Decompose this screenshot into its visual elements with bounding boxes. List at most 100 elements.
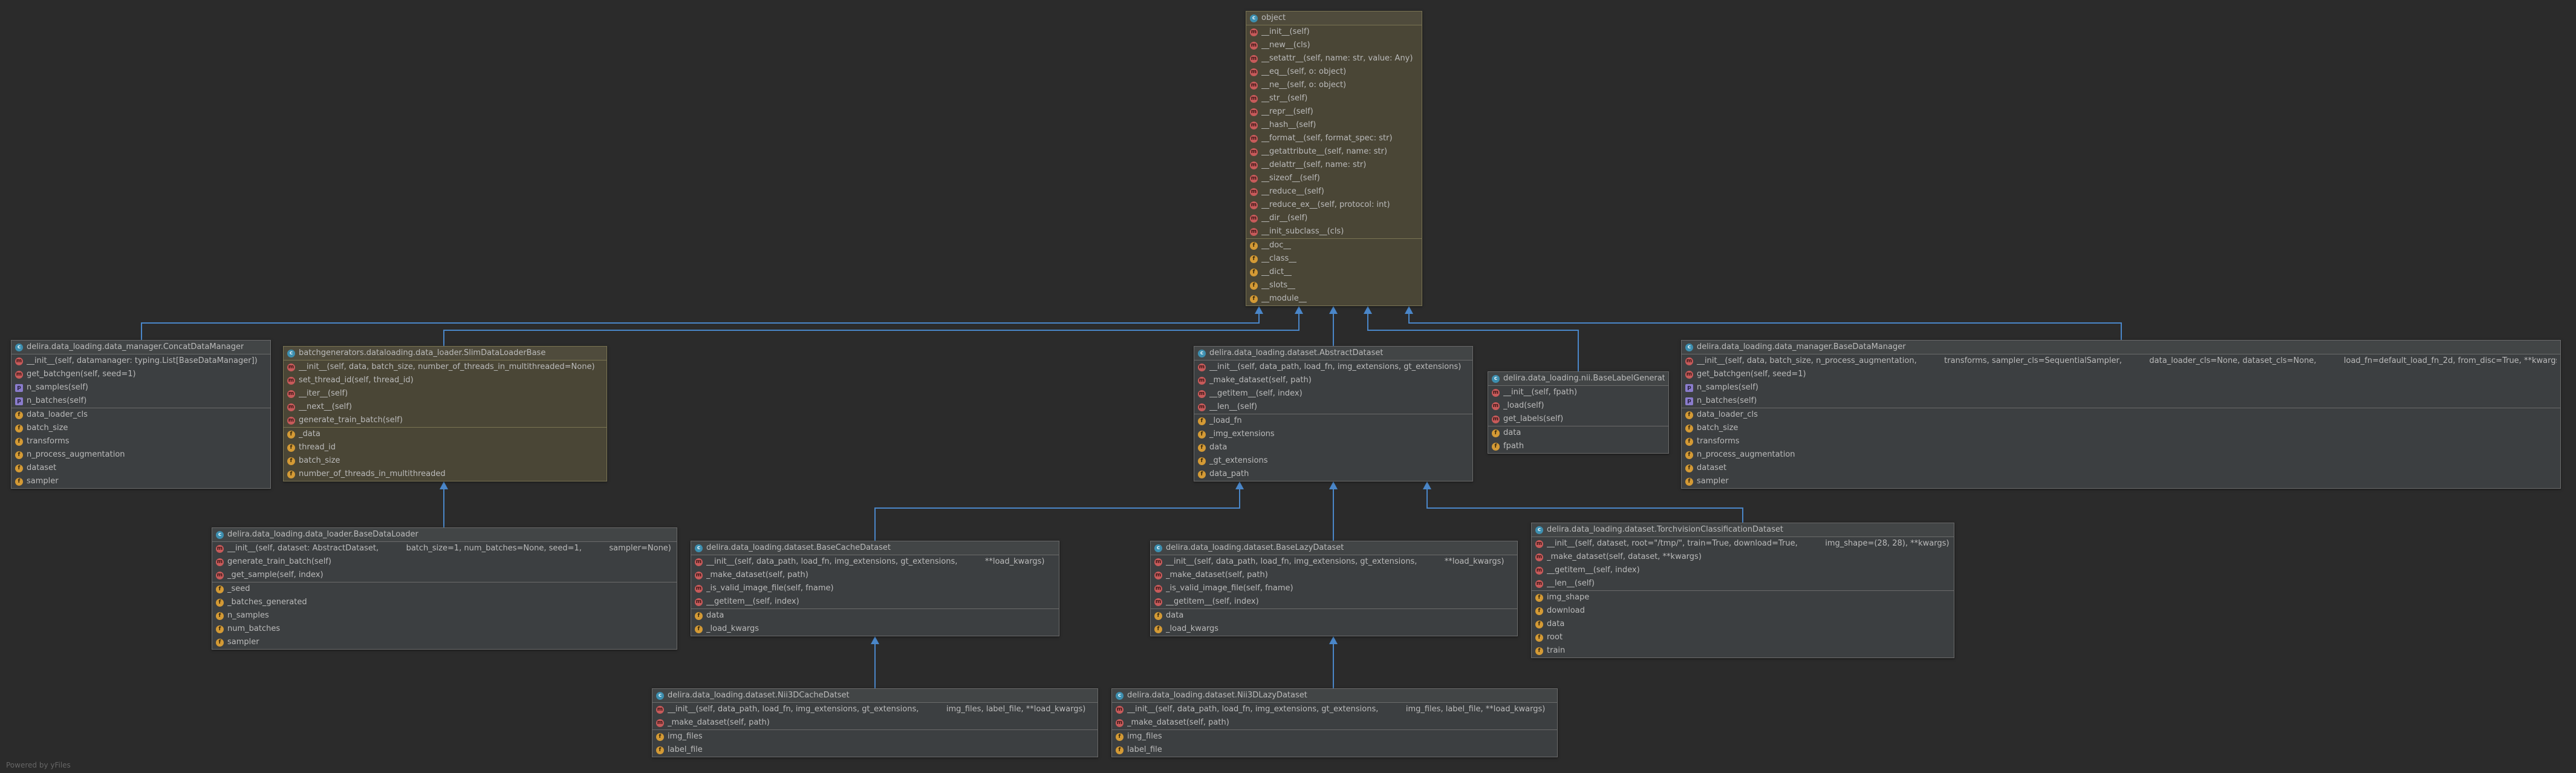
field-row[interactable]: f sampler [212,636,677,649]
field-row[interactable]: f num_batches [212,622,677,636]
method-row[interactable]: m _make_dataset(self, path) [1112,716,1557,729]
method-row[interactable]: m __iter__(self) [284,387,607,400]
method-row[interactable]: m __init__(self, dataset, root="/tmp/", t… [1532,537,1954,550]
method-row[interactable]: m __getitem__(self, index) [691,595,1059,608]
method-row[interactable]: m _make_dataset(self, path) [691,569,1059,582]
method-row[interactable]: p n_samples(self) [1682,381,2560,394]
method-row[interactable]: m __init__(self, data_path, load_fn, img_… [691,555,1059,569]
field-row[interactable]: f _img_extensions [1194,428,1472,441]
field-row[interactable]: f batch_size [1682,422,2560,435]
class-header[interactable]: c delira.data_loading.dataset.Nii3DCacheD… [652,689,1098,703]
field-row[interactable]: f _batches_generated [212,596,677,609]
method-row[interactable]: m generate_train_batch(self) [284,414,607,427]
class-header[interactable]: c delira.data_loading.dataset.BaseLazyDat… [1151,541,1517,555]
method-row[interactable]: m _load(self) [1488,399,1668,413]
method-row[interactable]: m __getitem__(self, index) [1151,595,1517,608]
method-row[interactable]: m __init__(self) [1246,25,1422,39]
field-row[interactable]: f transforms [11,435,270,448]
field-row[interactable]: f __doc__ [1246,239,1422,252]
field-row[interactable]: f sampler [1682,475,2560,488]
class-node-lazy[interactable]: c delira.data_loading.dataset.BaseLazyDat… [1150,541,1518,636]
class-node-nii3dcache[interactable]: c delira.data_loading.dataset.Nii3DCacheD… [652,688,1098,757]
class-node-nii[interactable]: c delira.data_loading.nii.BaseLabelGenera… [1488,371,1669,454]
class-node-torch[interactable]: c delira.data_loading.dataset.Torchvision… [1531,523,1954,658]
class-header[interactable]: c delira.data_loading.dataset.Torchvision… [1532,523,1954,537]
class-node-basedl[interactable]: c delira.data_loading.data_loader.BaseDat… [212,527,677,650]
class-header[interactable]: c delira.data_loading.dataset.BaseCacheDa… [691,541,1059,555]
method-row[interactable]: m __eq__(self, o: object) [1246,65,1422,79]
method-row[interactable]: m __dir__(self) [1246,212,1422,225]
method-row[interactable]: m __init__(self, datamanager: typing.List… [11,354,270,368]
method-row[interactable]: m __sizeof__(self) [1246,172,1422,185]
field-row[interactable]: f data [1488,426,1668,440]
field-row[interactable]: f _load_kwargs [691,622,1059,636]
field-row[interactable]: f root [1532,631,1954,644]
method-row[interactable]: m _make_dataset(self, path) [652,716,1098,729]
field-row[interactable]: f dataset [11,462,270,475]
method-row[interactable]: m __format__(self, format_spec: str) [1246,132,1422,145]
class-node-concat[interactable]: c delira.data_loading.data_manager.Concat… [11,340,271,489]
method-row[interactable]: m __getitem__(self, index) [1194,387,1472,400]
field-row[interactable]: f n_samples [212,609,677,622]
field-row[interactable]: f label_file [652,743,1098,757]
method-row[interactable]: m __repr__(self) [1246,105,1422,119]
method-row[interactable]: m __getattribute__(self, name: str) [1246,145,1422,158]
field-row[interactable]: f sampler [11,475,270,488]
method-row[interactable]: m __ne__(self, o: object) [1246,79,1422,92]
method-row[interactable]: m _make_dataset(self, path) [1194,374,1472,387]
method-row[interactable]: m __init__(self, data_path, load_fn, img_… [1151,555,1517,569]
class-node-abstract[interactable]: c delira.data_loading.dataset.AbstractDat… [1194,346,1473,481]
method-row[interactable]: m __init_subclass__(cls) [1246,225,1422,238]
method-row[interactable]: m get_batchgen(self, seed=1) [11,368,270,381]
class-header[interactable]: c batchgenerators.dataloading.data_loader… [284,347,607,360]
method-row[interactable]: m __delattr__(self, name: str) [1246,158,1422,172]
method-row[interactable]: m __next__(self) [284,400,607,414]
field-row[interactable]: f img_files [652,730,1098,743]
field-row[interactable]: f _gt_extensions [1194,454,1472,468]
class-header[interactable]: c delira.data_loading.data_manager.Concat… [11,341,270,354]
method-row[interactable]: m __len__(self) [1532,577,1954,590]
method-row[interactable]: m __str__(self) [1246,92,1422,105]
method-row[interactable]: m __init__(self, data_path, load_fn, img_… [1112,703,1557,716]
method-row[interactable]: m _get_sample(self, index) [212,569,677,582]
field-row[interactable]: f __slots__ [1246,279,1422,292]
method-row[interactable]: m __getitem__(self, index) [1532,564,1954,577]
field-row[interactable]: f data_path [1194,468,1472,481]
field-row[interactable]: f __module__ [1246,292,1422,305]
field-row[interactable]: f batch_size [284,454,607,468]
field-row[interactable]: f __class__ [1246,252,1422,266]
class-node-cache[interactable]: c delira.data_loading.dataset.BaseCacheDa… [691,541,1059,636]
method-row[interactable]: m __init__(self, data_path, load_fn, img_… [652,703,1098,716]
field-row[interactable]: f data_loader_cls [11,408,270,422]
class-node-basedm[interactable]: c delira.data_loading.data_manager.BaseDa… [1681,340,2561,489]
field-row[interactable]: f _seed [212,582,677,596]
class-node-object[interactable]: c object m __init__(self) m __new__(cls) m __se… [1246,11,1422,306]
field-row[interactable]: f download [1532,604,1954,618]
field-row[interactable]: f fpath [1488,440,1668,453]
method-row[interactable]: m __reduce_ex__(self, protocol: int) [1246,198,1422,212]
field-row[interactable]: f thread_id [284,441,607,454]
method-row[interactable]: m __len__(self) [1194,400,1472,414]
class-header[interactable]: c delira.data_loading.data_manager.BaseDa… [1682,341,2560,354]
method-row[interactable]: p n_batches(self) [11,394,270,408]
method-row[interactable]: m set_thread_id(self, thread_id) [284,374,607,387]
field-row[interactable]: f batch_size [11,422,270,435]
class-header[interactable]: c delira.data_loading.nii.BaseLabelGenera… [1488,372,1668,386]
class-node-nii3dlazy[interactable]: c delira.data_loading.dataset.Nii3DLazyDa… [1111,688,1558,757]
method-row[interactable]: m _make_dataset(self, dataset, **kwargs) [1532,550,1954,564]
method-row[interactable]: p n_batches(self) [1682,394,2560,408]
method-row[interactable]: m __init__(self, data, batch_size, number… [284,360,607,374]
method-row[interactable]: m _make_dataset(self, path) [1151,569,1517,582]
class-node-slim[interactable]: c batchgenerators.dataloading.data_loader… [283,346,607,481]
class-header[interactable]: c object [1246,11,1422,25]
method-row[interactable]: m generate_train_batch(self) [212,555,677,569]
method-row[interactable]: m _is_valid_image_file(self, fname) [691,582,1059,595]
method-row[interactable]: m get_labels(self) [1488,413,1668,426]
field-row[interactable]: f data_loader_cls [1682,408,2560,422]
method-row[interactable]: m __init__(self, fpath) [1488,386,1668,399]
field-row[interactable]: f n_process_augmentation [1682,448,2560,462]
method-row[interactable]: m __init__(self, data, batch_size, n_proc… [1682,354,2560,368]
field-row[interactable]: f data [691,609,1059,622]
field-row[interactable]: f _data [284,428,607,441]
method-row[interactable]: m _is_valid_image_file(self, fname) [1151,582,1517,595]
